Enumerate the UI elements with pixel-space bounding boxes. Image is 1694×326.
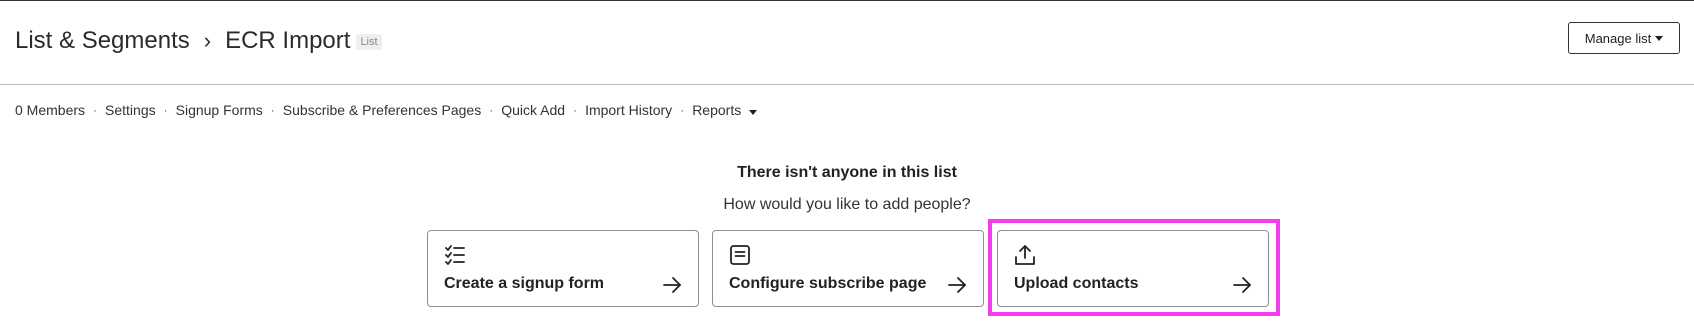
card-label: Configure subscribe page xyxy=(729,275,927,292)
upload-contacts-card[interactable]: Upload contacts xyxy=(997,230,1269,307)
list-subnav: 0 Members · Settings · Signup Forms · Su… xyxy=(15,102,758,118)
checklist-icon xyxy=(445,245,465,265)
manage-list-button[interactable]: Manage list xyxy=(1568,22,1680,54)
create-signup-form-card[interactable]: Create a signup form xyxy=(427,230,699,307)
subnav-settings[interactable]: Settings xyxy=(105,102,156,118)
card-label: Upload contacts xyxy=(1014,275,1139,292)
subnav-separator: · xyxy=(93,103,98,117)
manage-list-label: Manage list xyxy=(1584,30,1652,46)
breadcrumb: List & Segments › ECR Import List xyxy=(15,27,382,55)
arrow-right-icon xyxy=(948,277,966,293)
subnav-reports-label: Reports xyxy=(692,102,742,118)
subnav-separator: · xyxy=(489,103,494,117)
subnav-reports[interactable]: Reports xyxy=(692,102,758,118)
caret-down-icon xyxy=(749,110,758,115)
subnav-subscribe-preferences[interactable]: Subscribe & Preferences Pages xyxy=(283,102,481,118)
page-title: ECR Import xyxy=(225,27,351,54)
subnav-separator: · xyxy=(573,103,578,117)
list-type-badge: List xyxy=(356,34,382,50)
breadcrumb-separator: › xyxy=(203,28,212,53)
empty-state-title: There isn't anyone in this list xyxy=(737,164,957,181)
configure-subscribe-page-card[interactable]: Configure subscribe page xyxy=(712,230,984,307)
card-label: Create a signup form xyxy=(444,275,605,292)
subnav-quick-add[interactable]: Quick Add xyxy=(501,102,565,118)
subnav-import-history[interactable]: Import History xyxy=(585,102,672,118)
subnav-members[interactable]: 0 Members xyxy=(15,102,85,118)
breadcrumb-root-link[interactable]: List & Segments xyxy=(15,27,190,55)
arrow-right-icon xyxy=(1233,277,1251,293)
caret-down-icon xyxy=(1655,35,1664,41)
subnav-separator: · xyxy=(270,103,275,117)
subnav-signup-forms[interactable]: Signup Forms xyxy=(176,102,263,118)
arrow-right-icon xyxy=(663,277,681,293)
empty-state-subtitle: How would you like to add people? xyxy=(723,196,971,213)
page-header: List & Segments › ECR Import List Manage… xyxy=(0,1,1694,85)
upload-icon xyxy=(1015,245,1035,265)
subnav-separator: · xyxy=(680,103,685,117)
document-icon xyxy=(730,245,750,265)
subnav-separator: · xyxy=(163,103,168,117)
